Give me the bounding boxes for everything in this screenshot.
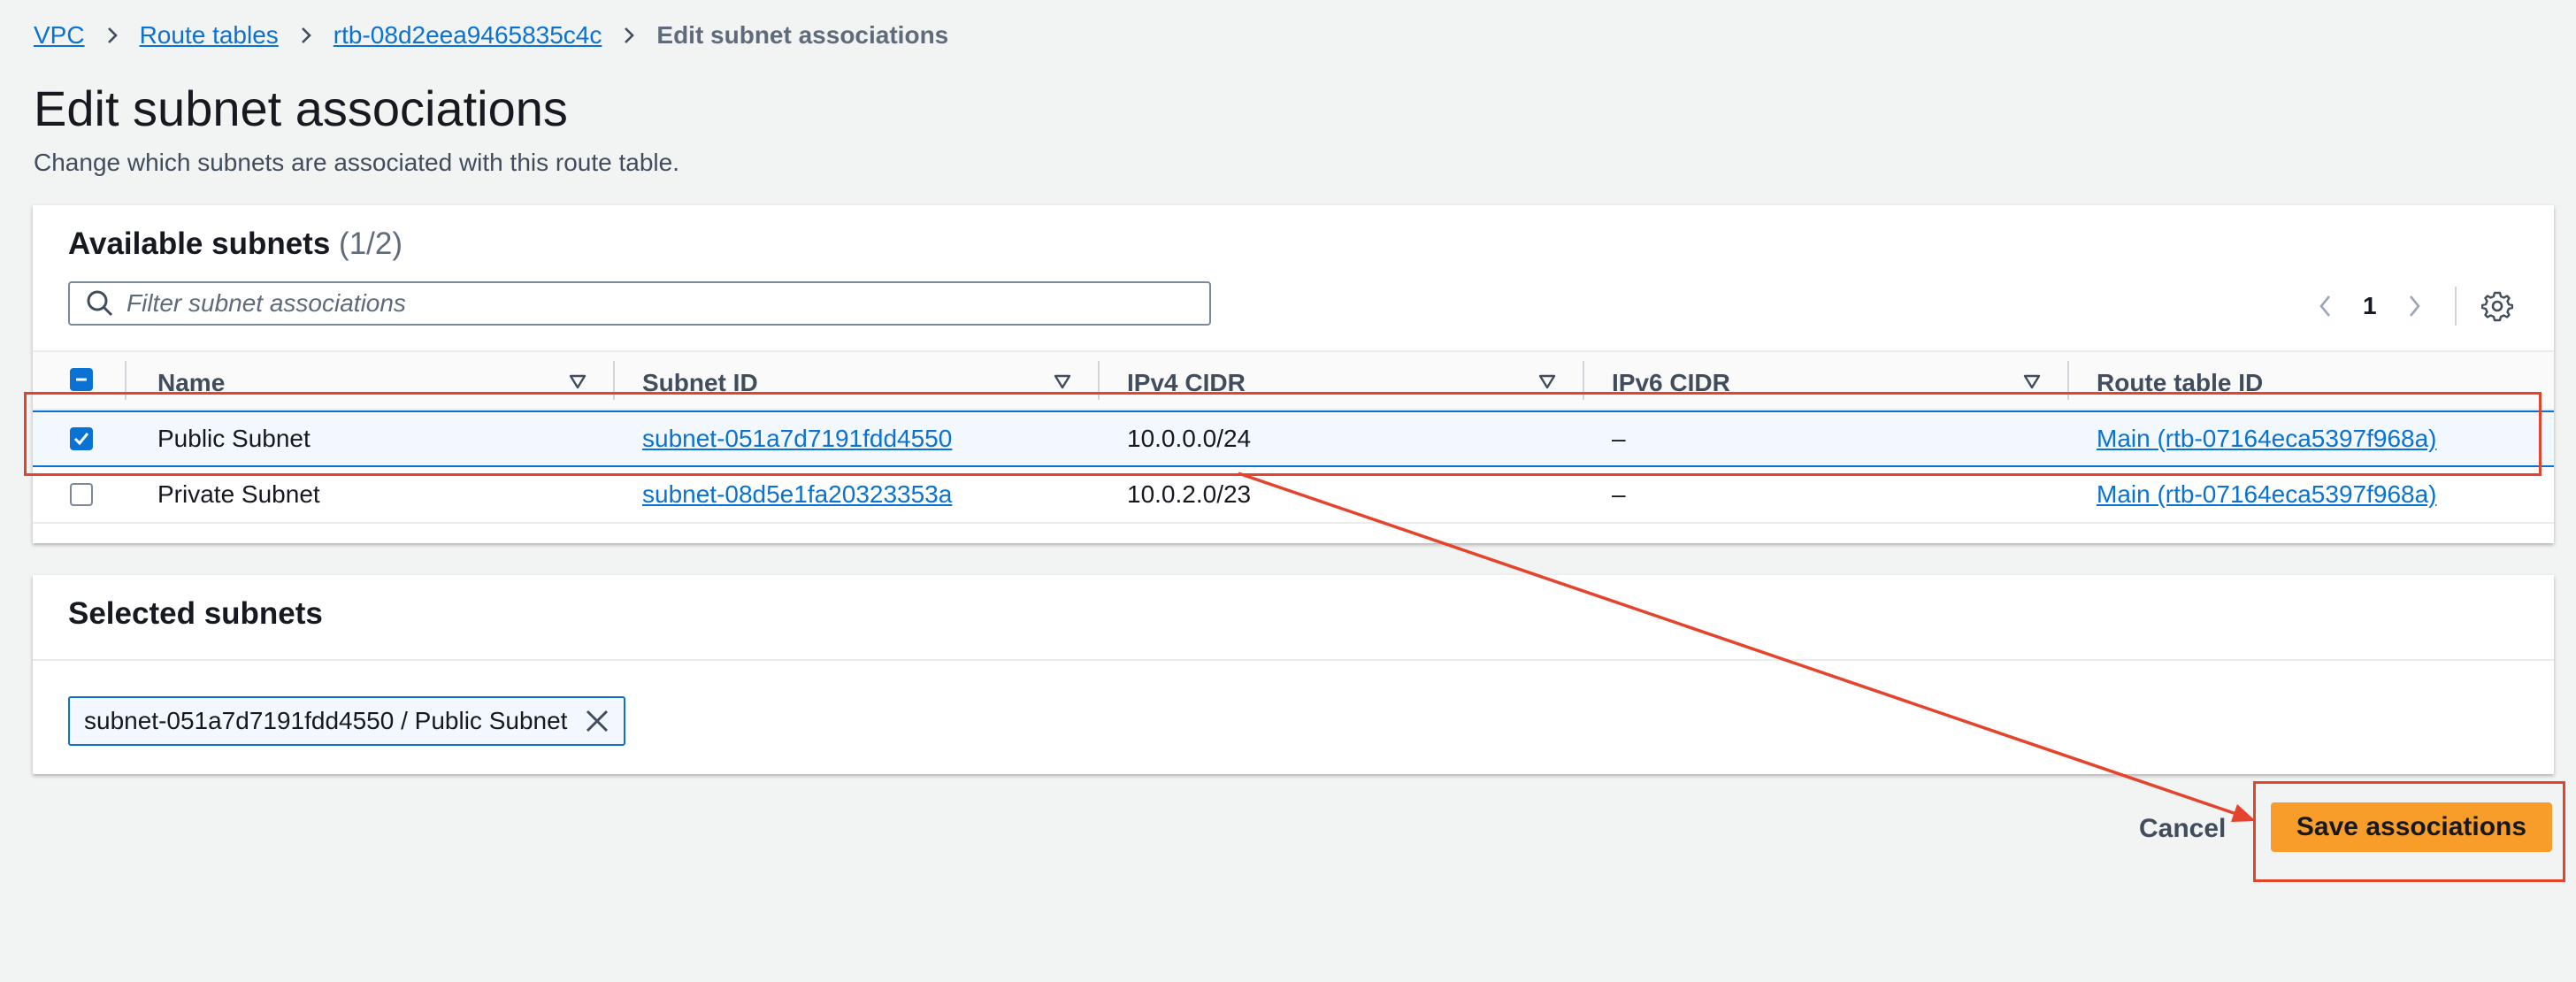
select-all-checkbox[interactable]	[70, 368, 93, 391]
token-label: subnet-051a7d7191fdd4550 / Public Subnet	[84, 707, 568, 734]
row-checkbox[interactable]	[70, 483, 93, 506]
annotation-highlight-row	[24, 392, 2542, 476]
pagination: 1	[2308, 287, 2515, 326]
selected-subnets-title: Selected subnets	[68, 596, 323, 631]
page-number[interactable]: 1	[2363, 292, 2377, 320]
sort-icon[interactable]	[2022, 372, 2042, 391]
available-subnets-title: Available subnets (1/2)	[68, 225, 402, 264]
breadcrumb: VPC Route tables rtb-08d2eea9465835c4c E…	[34, 19, 948, 51]
divider	[33, 659, 2554, 661]
sort-icon[interactable]	[1053, 372, 1072, 391]
chevron-left-icon	[2319, 295, 2331, 317]
search-icon	[84, 288, 116, 319]
annotation-highlight-save	[2253, 781, 2565, 882]
filter-input[interactable]	[125, 288, 1172, 318]
page-description: Change which subnets are associated with…	[34, 149, 679, 176]
chevron-right-icon	[103, 26, 122, 45]
gear-icon[interactable]	[2480, 288, 2515, 324]
selected-subnets-panel: Selected subnets subnet-051a7d7191fdd455…	[33, 575, 2554, 774]
filter-field	[68, 281, 1211, 326]
page-title: Edit subnet associations	[34, 81, 568, 136]
chevron-right-icon	[2409, 295, 2420, 317]
sort-icon[interactable]	[1537, 372, 1557, 391]
cancel-button[interactable]: Cancel	[2114, 807, 2250, 851]
pager-divider	[2454, 287, 2457, 326]
breadcrumb-current: Edit subnet associations	[656, 21, 949, 49]
previous-page-button[interactable]	[2308, 288, 2343, 324]
breadcrumb-vpc[interactable]: VPC	[34, 21, 85, 50]
chevron-right-icon	[619, 26, 639, 45]
breadcrumb-route-tables[interactable]: Route tables	[140, 21, 279, 50]
close-icon[interactable]	[583, 707, 611, 735]
breadcrumb-route-table-id[interactable]: rtb-08d2eea9465835c4c	[334, 21, 602, 50]
chevron-right-icon	[296, 26, 316, 45]
available-subnets-panel: Available subnets (1/2) 1 N	[33, 205, 2554, 543]
available-subnets-heading: Available subnets	[68, 226, 331, 261]
sort-icon[interactable]	[568, 372, 587, 391]
next-page-button[interactable]	[2396, 288, 2432, 324]
selected-subnet-token: subnet-051a7d7191fdd4550 / Public Subnet	[68, 696, 626, 746]
available-subnets-count: (1/2)	[339, 226, 403, 261]
